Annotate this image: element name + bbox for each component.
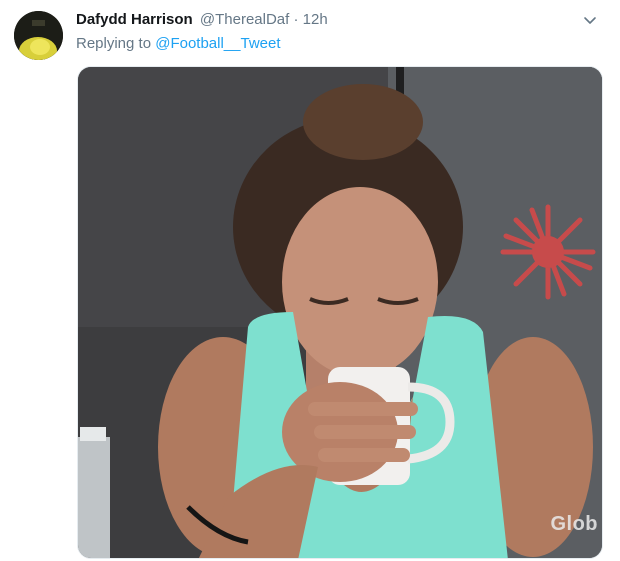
tweet-card[interactable]: Dafydd Harrison @TherealDaf · 12h Replyi… (0, 0, 620, 561)
media-watermark: Glob (550, 513, 598, 535)
user-handle[interactable]: @TherealDaf (200, 11, 289, 28)
tweet-header: Dafydd Harrison @TherealDaf · 12h (76, 11, 600, 33)
gif-frame (78, 67, 602, 558)
replying-to: Replying to @Football__Tweet (76, 35, 281, 52)
chevron-down-icon[interactable] (580, 11, 600, 31)
reply-to-link[interactable]: @Football__Tweet (155, 35, 280, 52)
avatar-image (14, 11, 63, 60)
separator-dot: · (293, 11, 299, 28)
display-name[interactable]: Dafydd Harrison (76, 11, 193, 28)
tweet-media-gif[interactable]: Glob (77, 66, 603, 559)
timestamp[interactable]: 12h (303, 11, 328, 28)
replying-to-label: Replying to (76, 35, 152, 52)
avatar[interactable] (14, 11, 63, 60)
